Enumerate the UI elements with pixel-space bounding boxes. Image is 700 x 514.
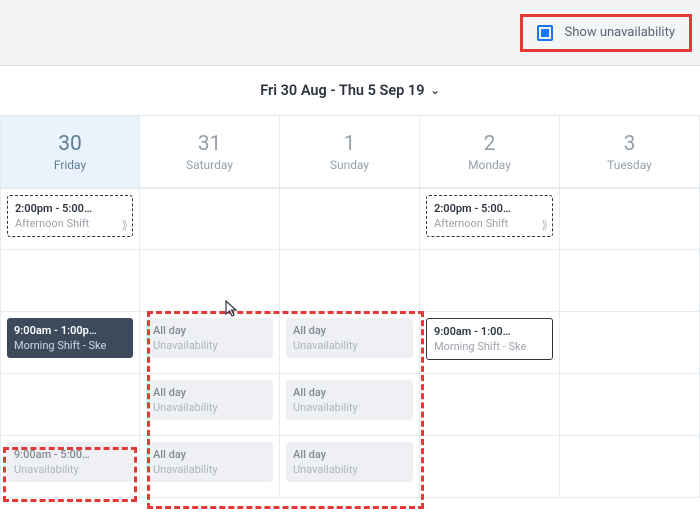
unavailability-block[interactable]: All dayUnavailability <box>146 442 273 482</box>
day-header[interactable]: 30 Friday <box>0 116 140 188</box>
unavailability-block[interactable]: All dayUnavailability <box>286 380 413 420</box>
day-number: 3 <box>624 132 636 156</box>
event-time: All day <box>153 448 266 462</box>
unavailability-block[interactable]: All dayUnavailability <box>286 318 413 358</box>
calendar-cell[interactable] <box>420 250 560 312</box>
calendar-cell[interactable]: 2:00pm - 5:00…Afternoon Shift⟫ <box>420 188 560 250</box>
day-of-week: Sunday <box>330 158 369 172</box>
calendar-cell[interactable] <box>560 188 700 250</box>
shift-block[interactable]: 9:00am - 1:00p…Morning Shift - Ske <box>7 318 133 358</box>
calendar-cell[interactable]: All dayUnavailability <box>140 312 280 374</box>
calendar-cell[interactable] <box>280 250 420 312</box>
arrow-right-icon: ⟫ <box>541 218 548 233</box>
event-label: Morning Shift - Ske <box>434 340 545 354</box>
calendar-grid: 30 Friday 31 Saturday 1 Sunday 2 Monday 3 Tuesday… <box>0 116 700 498</box>
unavailability-block[interactable]: All dayUnavailability <box>286 442 413 482</box>
event-label: Afternoon Shift <box>434 217 545 231</box>
calendar-cell[interactable] <box>560 250 700 312</box>
day-of-week: Tuesday <box>607 158 652 172</box>
unavailability-block[interactable]: 9:00am - 5:00…Unavailability <box>7 442 133 482</box>
shift-block[interactable]: 2:00pm - 5:00…Afternoon Shift⟫ <box>426 195 553 237</box>
checkbox-icon <box>537 25 553 41</box>
calendar-cell[interactable] <box>560 436 700 498</box>
event-time: 2:00pm - 5:00… <box>434 202 545 216</box>
day-header[interactable]: 3 Tuesday <box>560 116 700 188</box>
day-number: 31 <box>198 132 222 156</box>
shift-block[interactable]: 2:00pm - 5:00…Afternoon Shift⟫ <box>7 195 133 237</box>
calendar-cell[interactable]: All dayUnavailability <box>280 436 420 498</box>
event-time: All day <box>153 324 266 338</box>
calendar-cell[interactable] <box>420 436 560 498</box>
calendar-cell[interactable] <box>140 188 280 250</box>
event-label: Unavailability <box>293 401 406 415</box>
event-label: Afternoon Shift <box>15 217 125 231</box>
shift-block[interactable]: 9:00am - 1:00…Morning Shift - Ske <box>426 318 553 360</box>
event-time: All day <box>293 324 406 338</box>
calendar-cell[interactable] <box>0 374 140 436</box>
event-label: Unavailability <box>153 401 266 415</box>
topbar: Show unavailability <box>0 0 700 66</box>
day-header[interactable]: 31 Saturday <box>140 116 280 188</box>
date-range-label: Fri 30 Aug - Thu 5 Sep 19 <box>260 82 424 99</box>
unavailability-block[interactable]: All dayUnavailability <box>146 380 273 420</box>
event-label: Unavailability <box>153 463 266 477</box>
calendar-cell[interactable] <box>0 250 140 312</box>
event-time: All day <box>293 448 406 462</box>
unavailability-block[interactable]: All dayUnavailability <box>146 318 273 358</box>
calendar-cell[interactable] <box>280 188 420 250</box>
calendar-cell[interactable]: All dayUnavailability <box>140 374 280 436</box>
day-number: 1 <box>344 132 356 156</box>
show-unavailability-toggle[interactable]: Show unavailability <box>520 14 692 52</box>
day-of-week: Friday <box>54 158 86 172</box>
event-label: Unavailability <box>14 463 126 477</box>
calendar-cell[interactable]: 9:00am - 1:00p…Morning Shift - Ske <box>0 312 140 374</box>
event-time: 9:00am - 5:00… <box>14 448 126 462</box>
day-header[interactable]: 2 Monday <box>420 116 560 188</box>
day-of-week: Saturday <box>186 158 233 172</box>
event-time: 9:00am - 1:00p… <box>14 324 126 338</box>
calendar-cell[interactable] <box>560 312 700 374</box>
day-number: 2 <box>484 132 496 156</box>
show-unavailability-label: Show unavailability <box>565 25 675 40</box>
date-range-selector[interactable]: Fri 30 Aug - Thu 5 Sep 19 ⌄ <box>0 66 700 116</box>
calendar-cell[interactable]: All dayUnavailability <box>280 312 420 374</box>
calendar-cell[interactable] <box>420 374 560 436</box>
calendar-cell[interactable] <box>140 250 280 312</box>
calendar-cell[interactable]: 2:00pm - 5:00…Afternoon Shift⟫ <box>0 188 140 250</box>
day-header[interactable]: 1 Sunday <box>280 116 420 188</box>
event-label: Unavailability <box>293 463 406 477</box>
calendar-cell[interactable]: All dayUnavailability <box>280 374 420 436</box>
calendar-cell[interactable]: 9:00am - 5:00…Unavailability <box>0 436 140 498</box>
calendar-cell[interactable] <box>560 374 700 436</box>
event-time: 2:00pm - 5:00… <box>15 202 125 216</box>
calendar-cell[interactable]: 9:00am - 1:00…Morning Shift - Ske <box>420 312 560 374</box>
event-time: 9:00am - 1:00… <box>434 325 545 339</box>
event-label: Unavailability <box>293 339 406 353</box>
chevron-down-icon: ⌄ <box>431 84 440 97</box>
arrow-right-icon: ⟫ <box>121 218 128 233</box>
calendar-cell[interactable]: All dayUnavailability <box>140 436 280 498</box>
event-label: Unavailability <box>153 339 266 353</box>
event-label: Morning Shift - Ske <box>14 339 126 353</box>
event-time: All day <box>293 386 406 400</box>
day-of-week: Monday <box>468 158 511 172</box>
day-number: 30 <box>58 132 82 156</box>
event-time: All day <box>153 386 266 400</box>
